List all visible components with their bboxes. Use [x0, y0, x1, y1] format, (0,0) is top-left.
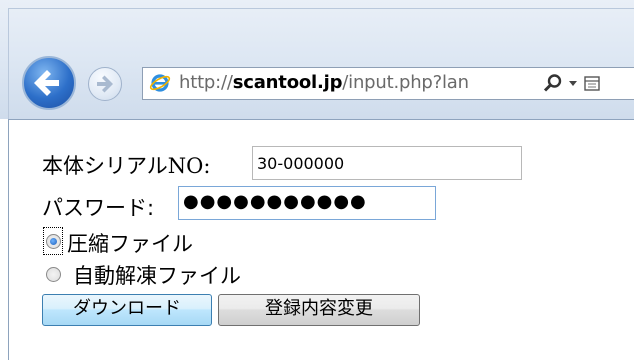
- radio-self-extracting-label[interactable]: 自動解凍ファイル: [73, 260, 241, 290]
- password-label: パスワード:: [42, 196, 155, 220]
- content-border-left: [8, 120, 9, 360]
- url-host: scantool.jp: [232, 72, 343, 93]
- serial-label: 本体シリアルNO:: [42, 150, 210, 180]
- forward-arrow-icon: [97, 75, 113, 93]
- toolbar-border-left: [8, 8, 9, 119]
- serial-input[interactable]: 30-000000: [252, 146, 522, 180]
- radio-compressed[interactable]: [46, 234, 61, 249]
- url-path: /input.php?lan: [342, 72, 469, 93]
- url-text: http://scantool.jp/input.php?lan: [179, 72, 469, 93]
- toolbar-border: [8, 8, 634, 9]
- radio-compressed-label[interactable]: 圧縮ファイル: [67, 228, 193, 258]
- radio-self-extracting[interactable]: [46, 267, 61, 282]
- serial-label-no: NO:: [167, 154, 211, 178]
- browser-window: http://scantool.jp/input.php?lan 本体シリアルN…: [0, 0, 634, 360]
- compatibility-view-icon[interactable]: [583, 74, 603, 94]
- download-button[interactable]: ダウンロード: [42, 294, 212, 326]
- back-button[interactable]: [22, 56, 76, 110]
- browser-toolbar: http://scantool.jp/input.php?lan: [0, 0, 634, 119]
- forward-button[interactable]: [88, 67, 122, 101]
- search-icon[interactable]: [543, 73, 563, 93]
- password-input[interactable]: ●●●●●●●●●●●: [178, 186, 436, 220]
- dropdown-icon[interactable]: [567, 74, 579, 92]
- change-registration-button[interactable]: 登録内容変更: [218, 294, 420, 326]
- ie-logo-icon: [149, 74, 171, 92]
- url-scheme: http://: [179, 72, 233, 93]
- back-arrow-icon: [34, 70, 59, 96]
- page-content: 本体シリアルNO: 30-000000 パスワード: ●●●●●●●●●●● 圧…: [8, 119, 634, 360]
- address-bar[interactable]: http://scantool.jp/input.php?lan: [142, 67, 634, 100]
- serial-label-text: 本体シリアル: [42, 154, 168, 178]
